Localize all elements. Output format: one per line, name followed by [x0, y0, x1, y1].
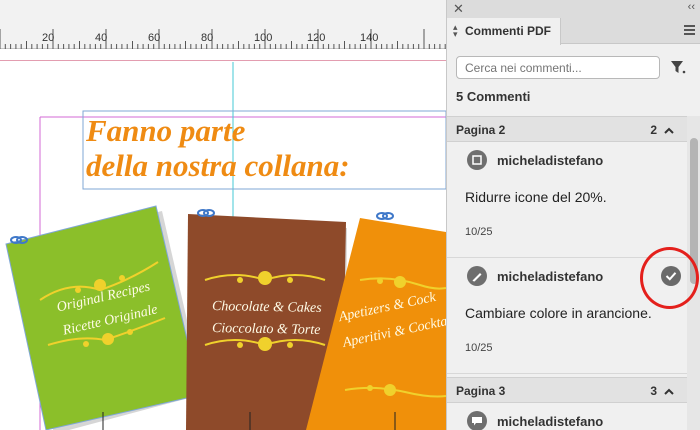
- chevron-up-icon[interactable]: [663, 386, 675, 398]
- panel-title-bar: ✕ ‹‹: [447, 0, 700, 18]
- comment-author: micheladistefano: [497, 414, 604, 429]
- section-count: 3: [650, 384, 657, 398]
- document-canvas[interactable]: 20 40 60 80 100 120 140 Fanno parte dell…: [0, 0, 446, 430]
- panel-menu-icon[interactable]: [684, 25, 695, 35]
- comment-author: micheladistefano: [497, 269, 604, 284]
- comments-panel: ✕ ‹‹ ▴▾ Commenti PDF 5 Commenti Pagina 2…: [446, 0, 700, 430]
- page-artwork: [5, 62, 446, 430]
- tab-commenti-pdf[interactable]: ▴ ▾ Commenti PDF: [447, 18, 561, 45]
- heading-line-2: della nostra collana:: [86, 148, 350, 183]
- comment-item[interactable]: micheladistefano Ridurre icone del 20%. …: [447, 142, 687, 258]
- card-brown-subtitle: Cioccolato & Torte: [211, 321, 321, 338]
- comment-text: Ridurre icone del 20%.: [465, 189, 607, 205]
- filter-icon[interactable]: [669, 58, 687, 76]
- section-count: 2: [650, 123, 657, 137]
- link-icon: [376, 212, 394, 220]
- collapse-icon[interactable]: ‹‹: [688, 1, 695, 13]
- comment-page: 10/25: [465, 342, 493, 354]
- section-header-pagina-3[interactable]: Pagina 3 3: [447, 377, 687, 403]
- section-title: Pagina 2: [456, 123, 506, 137]
- speech-bubble-icon: [467, 411, 487, 430]
- heading-line-1: Fanno parte: [86, 113, 246, 148]
- square-note-icon: [467, 150, 487, 170]
- comments-count: 5 Commenti: [456, 89, 531, 104]
- section-title: Pagina 3: [456, 384, 506, 398]
- comment-author: micheladistefano: [497, 153, 604, 168]
- search-input[interactable]: [456, 56, 660, 79]
- close-icon[interactable]: ✕: [453, 1, 464, 17]
- expand-arrows-icon[interactable]: ▴ ▾: [453, 23, 458, 39]
- chevron-up-icon[interactable]: [663, 125, 675, 137]
- annotation-highlight-circle: [640, 247, 699, 309]
- link-icon: [197, 209, 215, 217]
- panel-tab-bar: ▴ ▾ Commenti PDF: [447, 18, 700, 45]
- tab-label: Commenti PDF: [465, 24, 552, 38]
- card-brown-title: Chocolate & Cakes: [211, 299, 322, 316]
- comment-item[interactable]: micheladistefano: [447, 403, 687, 430]
- pencil-icon: [467, 266, 487, 286]
- comment-text: Cambiare colore in arancione.: [465, 305, 652, 321]
- section-header-pagina-2[interactable]: Pagina 2 2: [447, 116, 687, 142]
- comment-page: 10/25: [465, 226, 493, 238]
